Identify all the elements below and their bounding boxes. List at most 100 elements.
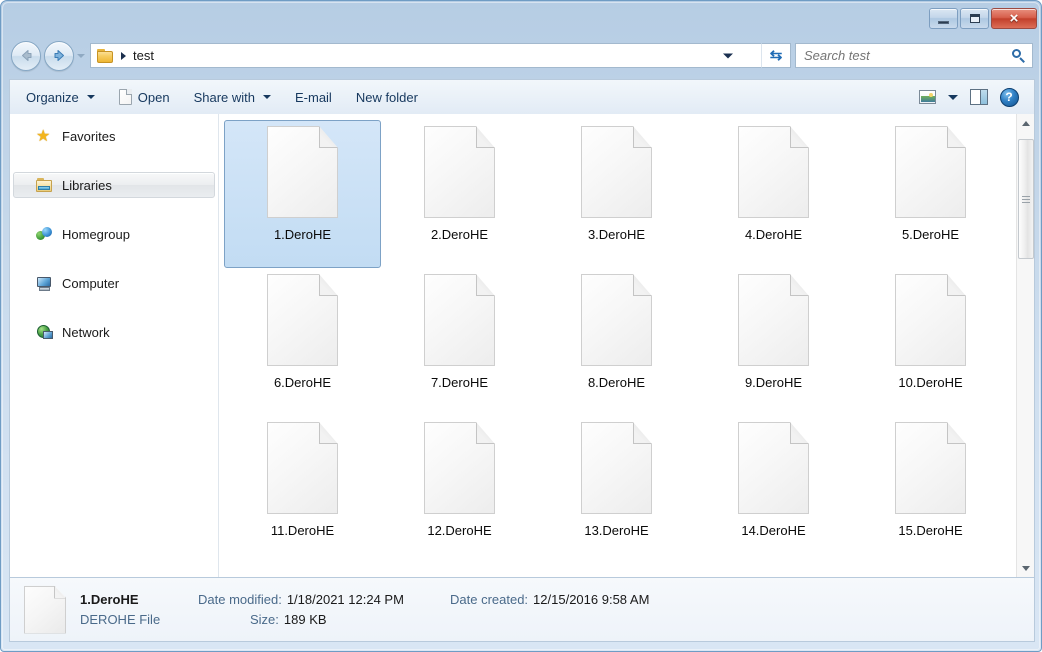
address-bar-row: test ⇆: [1, 34, 1042, 77]
file-document-icon: [581, 422, 652, 514]
toolbar-right-group: ?: [912, 83, 1030, 111]
sidebar-item-label: Homegroup: [62, 227, 130, 242]
vertical-scrollbar[interactable]: [1016, 114, 1034, 577]
breadcrumb-dropdown-icon[interactable]: [723, 53, 733, 58]
details-size-value: 189 KB: [284, 612, 327, 627]
file-name-label: 4.DeroHE: [745, 227, 802, 243]
folder-icon: [97, 49, 114, 63]
homegroup-icon: [36, 226, 53, 243]
file-document-icon: [424, 126, 495, 218]
chevron-down-icon[interactable]: [948, 95, 958, 100]
details-date-modified: Date modified: 1/18/2021 12:24 PM: [198, 592, 450, 607]
file-document-icon: [738, 126, 809, 218]
star-icon: ★: [36, 128, 53, 145]
search-input[interactable]: [804, 48, 1012, 63]
file-document-icon: [895, 274, 966, 366]
file-name-label: 5.DeroHE: [902, 227, 959, 243]
scroll-up-button[interactable]: [1017, 114, 1034, 132]
navigation-pane: ★ Favorites Libraries Homegroup Comp: [10, 114, 219, 577]
command-toolbar: Organize Open Share with E-mail New fold…: [9, 79, 1035, 115]
preview-pane-icon: [970, 89, 988, 105]
minimize-icon: [938, 21, 949, 24]
chevron-down-icon: [87, 95, 95, 99]
file-name-label: 14.DeroHE: [741, 523, 805, 539]
file-item[interactable]: 11.DeroHE: [224, 416, 381, 564]
organize-button[interactable]: Organize: [14, 83, 107, 111]
chevron-up-icon: [1022, 121, 1030, 126]
file-item[interactable]: 1.DeroHE: [224, 120, 381, 268]
file-document-icon: [424, 422, 495, 514]
file-item[interactable]: 5.DeroHE: [852, 120, 1009, 268]
chevron-down-icon: [263, 95, 271, 99]
file-name-label: 1.DeroHE: [274, 227, 331, 243]
file-item[interactable]: 14.DeroHE: [695, 416, 852, 564]
file-name-label: 9.DeroHE: [745, 375, 802, 391]
file-document-icon: [738, 274, 809, 366]
file-item[interactable]: 2.DeroHE: [381, 120, 538, 268]
sidebar-item-libraries[interactable]: Libraries: [13, 172, 215, 198]
file-item[interactable]: 3.DeroHE: [538, 120, 695, 268]
sidebar-item-computer[interactable]: Computer: [13, 270, 215, 296]
file-name-label: 12.DeroHE: [427, 523, 491, 539]
file-document-icon: [267, 126, 338, 218]
file-name-label: 8.DeroHE: [588, 375, 645, 391]
search-box[interactable]: [795, 43, 1033, 68]
minimize-button[interactable]: [929, 8, 958, 29]
help-icon: ?: [1000, 88, 1019, 107]
forward-button[interactable]: [44, 41, 74, 71]
file-item[interactable]: 8.DeroHE: [538, 268, 695, 416]
breadcrumb-address-bar[interactable]: test: [90, 43, 761, 68]
sidebar-item-favorites[interactable]: ★ Favorites: [13, 123, 215, 149]
sidebar-item-label: Libraries: [62, 178, 112, 193]
file-grid: 1.DeroHE 2.DeroHE3.DeroHE 4.DeroHE 5.DeroHE…: [219, 114, 1016, 564]
libraries-icon: [36, 177, 53, 194]
file-document-icon: [738, 422, 809, 514]
details-date-modified-value: 1/18/2021 12:24 PM: [287, 592, 404, 607]
maximize-icon: [970, 14, 980, 23]
scroll-down-button[interactable]: [1017, 559, 1034, 577]
share-with-label: Share with: [194, 90, 255, 105]
file-list-pane[interactable]: 1.DeroHE 2.DeroHE3.DeroHE 4.DeroHE 5.DeroHE…: [219, 114, 1034, 577]
share-with-button[interactable]: Share with: [182, 83, 283, 111]
chevron-down-icon: [77, 54, 85, 58]
file-item[interactable]: 4.DeroHE: [695, 120, 852, 268]
organize-label: Organize: [26, 90, 79, 105]
file-item[interactable]: 6.DeroHE: [224, 268, 381, 416]
change-view-button[interactable]: [912, 83, 942, 111]
file-name-label: 15.DeroHE: [898, 523, 962, 539]
file-item[interactable]: 9.DeroHE: [695, 268, 852, 416]
file-item[interactable]: 15.DeroHE: [852, 416, 1009, 564]
email-button[interactable]: E-mail: [283, 83, 344, 111]
refresh-button[interactable]: ⇆: [761, 43, 791, 68]
open-label: Open: [138, 90, 170, 105]
scrollbar-grip-icon: [1022, 194, 1030, 205]
scrollbar-thumb[interactable]: [1018, 139, 1034, 259]
file-name-label: 11.DeroHE: [271, 523, 334, 539]
document-icon: [119, 89, 132, 105]
details-size: Size: 189 KB: [198, 612, 450, 627]
back-arrow-icon: [18, 47, 35, 64]
title-bar: ×: [1, 1, 1042, 34]
maximize-button[interactable]: [960, 8, 989, 29]
file-item[interactable]: 12.DeroHE: [381, 416, 538, 564]
details-row-secondary: DEROHE File Size: 189 KB: [80, 612, 1034, 627]
explorer-window: × test ⇆: [0, 0, 1042, 652]
details-date-created-value: 12/15/2016 9:58 AM: [533, 592, 649, 607]
help-button[interactable]: ?: [994, 83, 1024, 111]
sidebar-item-network[interactable]: Network: [13, 319, 215, 345]
new-folder-button[interactable]: New folder: [344, 83, 430, 111]
preview-pane-button[interactable]: [964, 83, 994, 111]
recent-pages-button[interactable]: [74, 41, 88, 71]
file-item[interactable]: 13.DeroHE: [538, 416, 695, 564]
sidebar-item-homegroup[interactable]: Homegroup: [13, 221, 215, 247]
details-file-type: DEROHE File: [80, 612, 198, 627]
window-controls: ×: [929, 8, 1037, 29]
sidebar-item-label: Computer: [62, 276, 119, 291]
open-button[interactable]: Open: [107, 83, 182, 111]
file-item[interactable]: 10.DeroHE: [852, 268, 1009, 416]
chevron-down-icon: [1022, 566, 1030, 571]
file-item[interactable]: 7.DeroHE: [381, 268, 538, 416]
close-button[interactable]: ×: [991, 8, 1037, 29]
details-row-primary: 1.DeroHE Date modified: 1/18/2021 12:24 …: [80, 592, 1034, 607]
back-button[interactable]: [11, 41, 41, 71]
